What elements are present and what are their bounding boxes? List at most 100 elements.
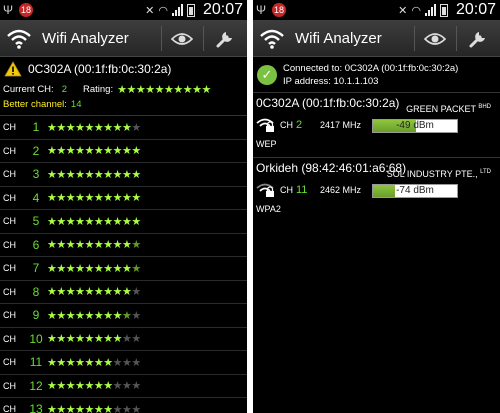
wrench-icon	[216, 31, 232, 47]
channel-number: 3	[32, 167, 40, 182]
clock: 20:07	[202, 1, 243, 18]
wifi-status-icon: ◠	[158, 4, 168, 17]
current-ch-label: Current CH:	[3, 83, 54, 95]
ap-name: 0C302A (00:1f:fb:0c:30:2a)	[28, 62, 172, 76]
signal-strength: -49 dBm	[396, 120, 434, 131]
wifi-app-icon	[6, 27, 32, 49]
channel-number: 2	[32, 143, 40, 158]
channel-rating-stars: ★★★★★★★★★★	[47, 380, 141, 393]
channel-number: 7	[32, 261, 40, 276]
channel-rating-stars: ★★★★★★★★★★	[47, 145, 141, 158]
network-item[interactable]: 0C302A (00:1f:fb:0c:30:2a) CH 2 2417 MHz…	[253, 92, 500, 151]
notification-badge: 18	[272, 3, 287, 17]
mute-icon: ✕	[145, 4, 155, 17]
network-frequency: 2417 MHz	[320, 120, 362, 130]
channel-row: CH 10 ★★★★★★★★★★	[0, 328, 247, 351]
network-frequency: 2462 MHz	[320, 185, 362, 195]
channel-rating-stars: ★★★★★★★★★★	[47, 333, 141, 346]
ch-label: CH	[3, 333, 16, 344]
network-security: WPA2	[256, 204, 281, 214]
ch-label: CH	[3, 404, 16, 413]
channel-rating-stars: ★★★★★★★★★★	[47, 239, 141, 252]
channel-rating-stars: ★★★★★★★★★★	[47, 356, 141, 369]
channel-row: CH 5 ★★★★★★★★★★	[0, 210, 247, 234]
ch-label: CH	[3, 145, 16, 156]
connected-value: 0C302A (00:1f:fb:0c:30:2a)	[344, 62, 459, 74]
eye-icon	[171, 32, 193, 45]
channel-row: CH 3 ★★★★★★★★★★	[0, 163, 247, 187]
channel-number: 12	[29, 378, 43, 393]
clock: 20:07	[455, 1, 496, 18]
signal-icon	[171, 4, 183, 16]
status-bar: Ψ 18 ✕ ◠ 20:07	[253, 0, 500, 20]
ap-header: 0C302A (00:1f:fb:0c:30:2a)	[0, 57, 247, 81]
channel-rating-stars: ★★★★★★★★★★	[47, 192, 141, 205]
channel-number: 5	[32, 214, 40, 229]
usb-icon: Ψ	[3, 3, 14, 17]
ch-label: CH	[3, 169, 16, 180]
network-channel: 2	[296, 119, 303, 131]
ch-label: CH	[3, 263, 16, 274]
channel-rating-stars: ★★★★★★★★★★	[47, 309, 141, 322]
eye-icon	[424, 32, 446, 45]
channel-row: CH 6 ★★★★★★★★★★	[0, 234, 247, 257]
signal-meter: -74 dBm	[372, 184, 458, 198]
channel-row: CH 1 ★★★★★★★★★★	[0, 116, 247, 140]
current-channel-line: Current CH: 2 Rating: ★★★★★★★★★★	[0, 81, 247, 97]
ch-label: CH	[3, 310, 16, 321]
ch-label: CH	[3, 286, 16, 297]
channel-row: CH 11 ★★★★★★★★★★	[0, 351, 247, 375]
settings-button[interactable]	[207, 20, 243, 57]
right-screen: Ψ 18 ✕ ◠ 20:07 Wifi Analyzer ✓ Connected…	[253, 0, 500, 413]
channel-row: CH 9 ★★★★★★★★★★	[0, 304, 247, 328]
status-bar: Ψ 18 ✕ ◠ 20:07	[0, 0, 247, 20]
signal-strength: -74 dBm	[396, 185, 434, 196]
channel-row: CH 8 ★★★★★★★★★★	[0, 281, 247, 304]
settings-button[interactable]	[460, 20, 496, 57]
ip-label: IP address:	[283, 75, 331, 87]
better-channel-value: 14	[70, 98, 82, 110]
usb-icon: Ψ	[256, 3, 267, 17]
current-ch-value: 2	[61, 83, 67, 95]
channel-number: 1	[32, 120, 40, 135]
channel-row: CH 12 ★★★★★★★★★★	[0, 375, 247, 398]
app-title: Wifi Analyzer	[295, 29, 382, 47]
channel-rating-stars: ★★★★★★★★★★	[47, 403, 141, 413]
ch-label: CH	[3, 357, 16, 368]
channel-rating-stars: ★★★★★★★★★★	[47, 215, 141, 228]
channel-row: CH 7 ★★★★★★★★★★	[0, 257, 247, 281]
network-ch-label: CH	[280, 185, 293, 195]
network-item[interactable]: Orkideh (98:42:46:01:a6:68) CH 11 2462 M…	[253, 157, 500, 216]
eye-button[interactable]	[417, 20, 453, 57]
network-security: WEP	[256, 139, 277, 149]
warning-icon	[4, 61, 22, 77]
channel-rating-stars: ★★★★★★★★★★	[47, 121, 141, 134]
rating-label: Rating:	[82, 83, 114, 95]
channel-number: 6	[32, 237, 40, 252]
wifi-app-icon	[259, 27, 285, 49]
notification-badge: 18	[19, 3, 34, 17]
action-bar: Wifi Analyzer	[0, 20, 247, 57]
wrench-icon	[469, 31, 485, 47]
channel-number: 13	[29, 402, 43, 413]
divider	[203, 26, 204, 51]
ch-label: CH	[3, 380, 16, 391]
divider	[161, 26, 162, 51]
channel-number: 4	[32, 190, 40, 205]
eye-button[interactable]	[164, 20, 200, 57]
network-channel: 11	[296, 184, 308, 196]
mute-icon: ✕	[398, 4, 408, 17]
lock-wifi-icon	[256, 118, 274, 132]
battery-icon	[186, 3, 195, 17]
better-channel-label: Better channel:	[3, 98, 67, 110]
channel-number: 10	[29, 331, 43, 346]
lock-wifi-icon	[256, 183, 274, 197]
network-vendor: GREEN PACKET BHD	[406, 104, 491, 114]
channel-row: CH 13 ★★★★★★★★★★	[0, 398, 247, 413]
network-vendor: SOL INDUSTRY PTE., LTD	[386, 169, 491, 179]
channel-row: CH 4 ★★★★★★★★★★	[0, 187, 247, 210]
channel-number: 8	[32, 284, 40, 299]
channel-rating-stars: ★★★★★★★★★★	[47, 262, 141, 275]
network-ch-label: CH	[280, 120, 293, 130]
channel-rating-stars: ★★★★★★★★★★	[47, 286, 141, 299]
